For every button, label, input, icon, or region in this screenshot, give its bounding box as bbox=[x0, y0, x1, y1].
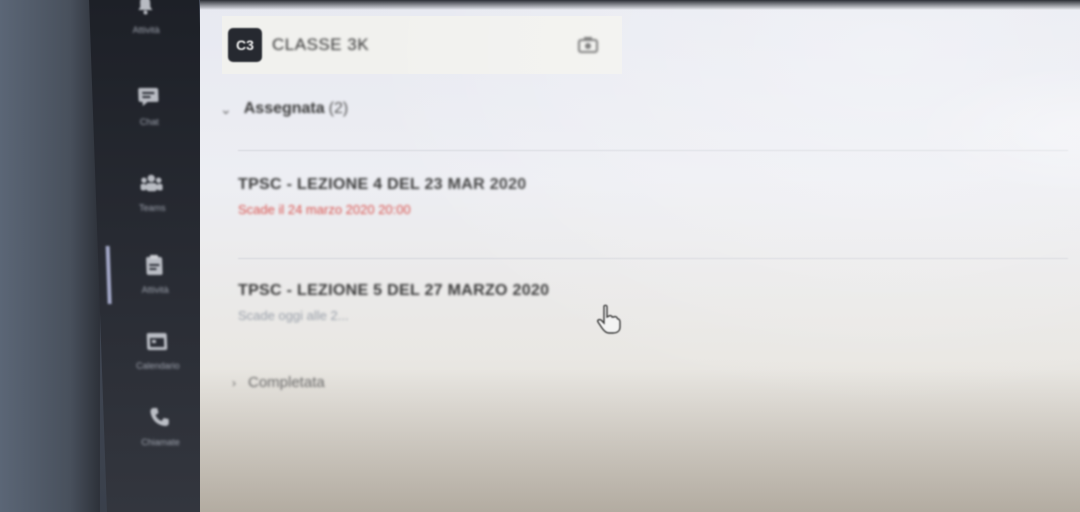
hand-cursor-icon bbox=[596, 304, 622, 334]
bell-icon bbox=[134, 0, 157, 15]
teams-icon bbox=[140, 173, 163, 193]
main-pane: C3 CLASSE 3K ⌄ Assegnata (2) TPSC - LEZI… bbox=[200, 0, 1080, 512]
appbar-item-label: Attività bbox=[141, 285, 169, 295]
appbar-item-calls[interactable]: Chiamate bbox=[125, 392, 195, 462]
team-settings-icon[interactable] bbox=[578, 37, 598, 53]
appbar-item-label: Chiamate bbox=[141, 437, 180, 447]
divider bbox=[238, 258, 1068, 259]
appbar-item-label: Teams bbox=[138, 203, 166, 213]
app-bar: Attività Chat Teams Attività Calendario bbox=[89, 0, 217, 512]
appbar-item-label: Calendario bbox=[135, 361, 180, 371]
assignment-card[interactable]: TPSC - LEZIONE 5 DEL 27 MARZO 2020 Scade… bbox=[238, 282, 938, 323]
appbar-item-calendar[interactable]: Calendario bbox=[122, 316, 192, 386]
assignment-due-date: Scade oggi alle 2... bbox=[238, 308, 349, 323]
monitor-top-edge bbox=[200, 0, 1080, 10]
photo-frame: Attività Chat Teams Attività Calendario bbox=[0, 0, 1080, 512]
assigned-section-count: (2) bbox=[328, 100, 349, 117]
appbar-item-teams[interactable]: Teams bbox=[117, 158, 187, 228]
chevron-right-icon: › bbox=[232, 375, 236, 390]
assignment-card[interactable]: TPSC - LEZIONE 4 DEL 23 MAR 2020 Scade i… bbox=[238, 176, 938, 217]
team-avatar[interactable]: C3 bbox=[228, 28, 262, 62]
phone-icon bbox=[148, 407, 171, 427]
assignment-due-date: Scade il 24 marzo 2020 20:00 bbox=[238, 202, 411, 217]
completed-section-title: Completata bbox=[248, 374, 325, 391]
assignment-title: TPSC - LEZIONE 4 DEL 23 MAR 2020 bbox=[238, 176, 527, 193]
divider bbox=[238, 150, 1068, 151]
monitor-bezel bbox=[0, 0, 100, 512]
assigned-section-title: Assegnata bbox=[243, 100, 325, 117]
assignments-icon bbox=[143, 255, 166, 275]
calendar-icon bbox=[146, 331, 169, 351]
chevron-down-icon: ⌄ bbox=[220, 100, 232, 117]
completed-section-toggle[interactable]: › Completata bbox=[232, 374, 325, 391]
appbar-item-chat[interactable]: Chat bbox=[114, 72, 184, 142]
assignment-title: TPSC - LEZIONE 5 DEL 27 MARZO 2020 bbox=[238, 282, 550, 299]
appbar-item-activity[interactable]: Attività bbox=[110, 0, 180, 50]
chat-icon bbox=[137, 87, 160, 107]
team-name[interactable]: CLASSE 3K bbox=[272, 35, 369, 55]
appbar-item-label: Chat bbox=[139, 117, 159, 127]
assigned-section-toggle[interactable]: ⌄ Assegnata (2) bbox=[220, 100, 348, 118]
appbar-item-assignments[interactable]: Attività bbox=[119, 240, 189, 310]
appbar-item-label: Attività bbox=[132, 25, 160, 35]
team-header: C3 CLASSE 3K bbox=[222, 16, 622, 74]
